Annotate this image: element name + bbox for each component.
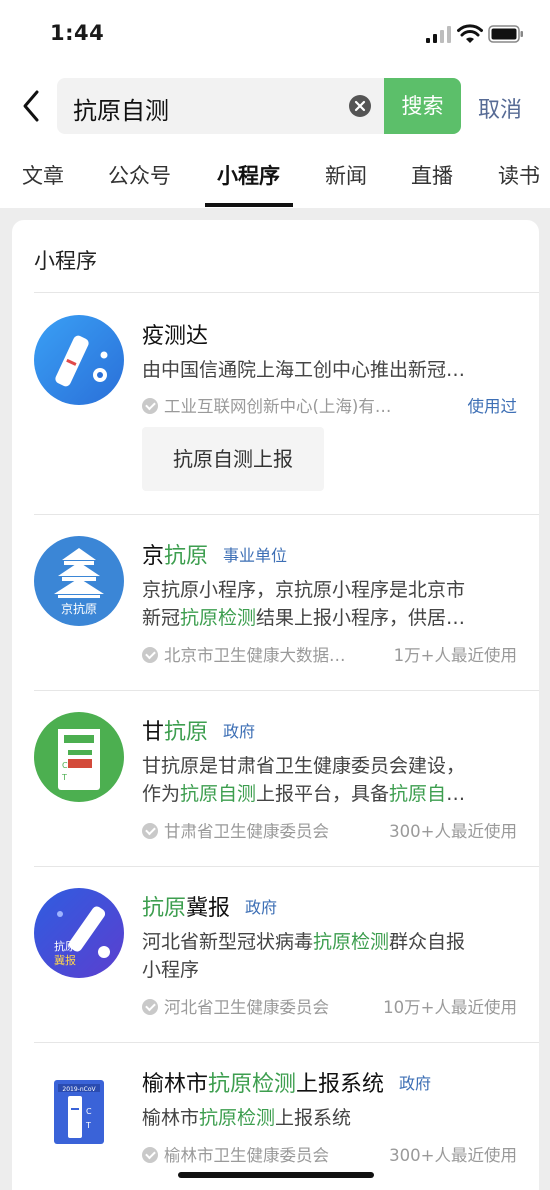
usage-label: 1万+人最近使用 (393, 646, 517, 665)
usage-label: 300+人最近使用 (389, 822, 517, 841)
hebei-report-logo-icon: 抗原 冀报 (34, 888, 124, 978)
verified-icon (142, 1147, 158, 1163)
wifi-icon (457, 24, 483, 43)
result-meta: 北京市卫生健康大数据… 1万+人最近使用 (142, 642, 517, 666)
entity-badge: 政府 (245, 898, 278, 917)
verified-icon (142, 398, 158, 414)
svg-text:抗原: 抗原 (54, 939, 76, 953)
name-text: 疫测达 (142, 324, 209, 349)
result-meta: 河北省卫生健康委员会 10万+人最近使用 (142, 994, 517, 1018)
battery-icon (488, 25, 523, 43)
result-meta: 工业互联网创新中心(上海)有… 使用过 (142, 393, 517, 417)
verified-icon (142, 999, 158, 1015)
home-indicator (178, 1172, 374, 1178)
temple-logo-icon: 京抗原 (34, 536, 124, 626)
result-item[interactable]: 2019-nCoV C T 榆林市抗原检测上报系统 政府 榆林市抗原检测上报系统… (12, 1042, 539, 1190)
result-name: 抗原冀报 政府 (142, 896, 278, 921)
svg-text:2019-nCoV: 2019-nCoV (62, 1086, 96, 1093)
back-chevron-icon[interactable] (14, 84, 50, 128)
org-name: 河北省卫生健康委员会 (164, 998, 329, 1017)
status-bar: 1:44 (0, 0, 550, 70)
active-tab-indicator (205, 203, 293, 207)
result-desc: 河北省新型冠状病毒抗原检测群众自报 小程序 (142, 931, 466, 981)
entity-badge: 政府 (223, 722, 256, 741)
clear-icon[interactable] (349, 95, 371, 117)
result-name: 甘抗原 政府 (142, 720, 256, 745)
usage-label: 300+人最近使用 (389, 1146, 517, 1165)
test-strip-logo-icon (34, 315, 124, 405)
result-name: 疫测达 (142, 318, 208, 350)
svg-text:T: T (61, 773, 67, 782)
entity-badge: 政府 (399, 1074, 432, 1093)
org-name: 甘肃省卫生健康委员会 (164, 822, 329, 841)
cancel-button[interactable]: 取消 (478, 92, 522, 124)
usage-label: 10万+人最近使用 (383, 998, 517, 1017)
result-desc: 榆林市抗原检测上报系统 (142, 1107, 352, 1129)
tab-books[interactable]: 读书 (498, 160, 540, 190)
svg-text:京抗原: 京抗原 (61, 601, 97, 616)
search-input[interactable]: 抗原自测 (57, 78, 384, 134)
status-time: 1:44 (50, 21, 105, 45)
tab-mini-programs[interactable]: 小程序 (217, 160, 280, 190)
test-tube-logo-icon: C T (34, 712, 124, 802)
desc-text: 由中国信通院上海工创中心推出新冠… (142, 359, 466, 381)
result-desc: 京抗原小程序，京抗原小程序是北京市 新冠抗原检测结果上报小程序，供居… (142, 579, 466, 629)
quick-action-button[interactable]: 抗原自测上报 (142, 427, 324, 491)
org-name: 榆林市卫生健康委员会 (164, 1146, 329, 1165)
results-card: 小程序 疫测达 由中国信通院上海工创中心推出新冠… 工业互联网创新中心(上海)有… (12, 220, 539, 1190)
header: 1:44 抗原自测 搜索 取消 文章 公众号 小程序 新闻 直播 读书 (0, 0, 550, 208)
result-desc: 甘抗原是甘肃省卫生健康委员会建设， 作为抗原自测上报平台，具备抗原自… (142, 755, 466, 805)
usage-label: 使用过 (467, 397, 518, 416)
result-meta: 榆林市卫生健康委员会 300+人最近使用 (142, 1142, 517, 1166)
section-title: 小程序 (34, 249, 97, 273)
svg-text:C: C (86, 1107, 92, 1116)
svg-text:T: T (85, 1121, 91, 1130)
result-name: 榆林市抗原检测上报系统 政府 (142, 1072, 432, 1097)
result-meta: 甘肃省卫生健康委员会 300+人最近使用 (142, 818, 517, 842)
result-item[interactable]: 疫测达 由中国信通院上海工创中心推出新冠… 工业互联网创新中心(上海)有… 使用… (12, 292, 539, 514)
svg-text:冀报: 冀报 (54, 953, 76, 967)
tab-news[interactable]: 新闻 (325, 160, 367, 190)
cellular-signal-icon (426, 26, 451, 43)
search-query[interactable]: 抗原自测 (73, 91, 169, 126)
verified-icon (142, 823, 158, 839)
result-name: 京抗原 事业单位 (142, 544, 288, 569)
tab-live[interactable]: 直播 (411, 160, 453, 190)
result-desc: 由中国信通院上海工创中心推出新冠… (142, 356, 512, 384)
result-item[interactable]: C T 甘抗原 政府 甘抗原是甘肃省卫生健康委员会建设， 作为抗原自测上报平台，… (12, 690, 539, 866)
result-item[interactable]: 京抗原 京抗原 事业单位 京抗原小程序，京抗原小程序是北京市 新冠抗原检测结果上… (12, 514, 539, 690)
search-button[interactable]: 搜索 (384, 78, 461, 134)
test-kit-logo-icon: 2019-nCoV C T (54, 1080, 104, 1144)
org-name: 工业互联网创新中心(上海)有… (164, 397, 392, 416)
svg-text:C: C (62, 761, 68, 770)
tab-articles[interactable]: 文章 (22, 160, 64, 190)
org-name: 北京市卫生健康大数据… (164, 646, 346, 665)
entity-badge: 事业单位 (223, 546, 288, 565)
tab-official-accounts[interactable]: 公众号 (108, 160, 171, 190)
verified-icon (142, 647, 158, 663)
result-item[interactable]: 抗原 冀报 抗原冀报 政府 河北省新型冠状病毒抗原检测群众自报 小程序 河北省卫… (12, 866, 539, 1042)
